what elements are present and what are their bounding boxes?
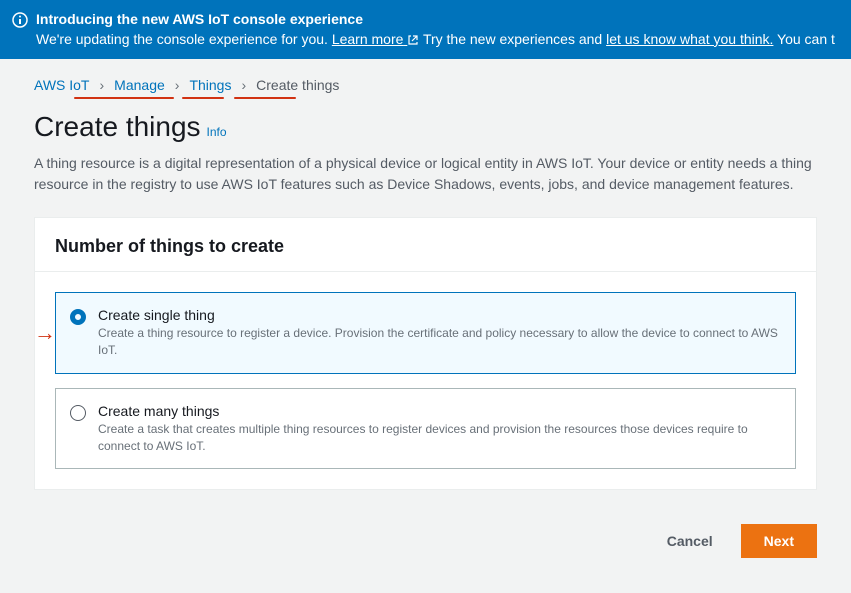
- breadcrumb: AWS IoT › Manage › Things › Create thing…: [34, 77, 817, 93]
- page-title: Create things: [34, 111, 201, 143]
- card-header: Number of things to create: [35, 218, 816, 272]
- breadcrumb-manage[interactable]: Manage: [114, 77, 165, 93]
- chevron-right-icon: ›: [100, 77, 105, 93]
- radio-title: Create single thing: [98, 307, 779, 323]
- radio-indicator: [70, 309, 86, 325]
- radio-title: Create many things: [98, 403, 779, 419]
- next-button[interactable]: Next: [741, 524, 817, 558]
- radio-description: Create a thing resource to register a de…: [98, 325, 779, 359]
- info-icon: [12, 12, 28, 28]
- annotation-underline: [182, 97, 224, 99]
- radio-create-single-thing[interactable]: → Create single thing Create a thing res…: [55, 292, 796, 374]
- card-title: Number of things to create: [55, 236, 796, 257]
- banner-body: We're updating the console experience fo…: [36, 30, 839, 50]
- banner-title: Introducing the new AWS IoT console expe…: [36, 10, 363, 30]
- breadcrumb-things[interactable]: Things: [189, 77, 231, 93]
- learn-more-link[interactable]: Learn more: [332, 31, 419, 47]
- annotation-underline: [74, 97, 174, 99]
- annotation-underline: [234, 97, 296, 99]
- feedback-link[interactable]: let us know what you think.: [606, 31, 773, 47]
- radio-indicator: [70, 405, 86, 421]
- external-link-icon: [407, 34, 419, 46]
- arrow-annotation-icon: →: [34, 320, 56, 346]
- notification-banner: Introducing the new AWS IoT console expe…: [0, 0, 851, 59]
- info-link[interactable]: Info: [207, 125, 227, 139]
- footer-actions: Cancel Next: [0, 510, 851, 578]
- page-description: A thing resource is a digital representa…: [34, 153, 817, 195]
- breadcrumb-current: Create things: [256, 77, 339, 93]
- radio-description: Create a task that creates multiple thin…: [98, 421, 779, 455]
- page-header: Create things Info: [34, 111, 817, 143]
- chevron-right-icon: ›: [241, 77, 246, 93]
- options-card: Number of things to create → Create sing…: [34, 217, 817, 490]
- radio-create-many-things[interactable]: Create many things Create a task that cr…: [55, 388, 796, 470]
- chevron-right-icon: ›: [175, 77, 180, 93]
- cancel-button[interactable]: Cancel: [655, 525, 725, 557]
- breadcrumb-aws-iot[interactable]: AWS IoT: [34, 77, 90, 93]
